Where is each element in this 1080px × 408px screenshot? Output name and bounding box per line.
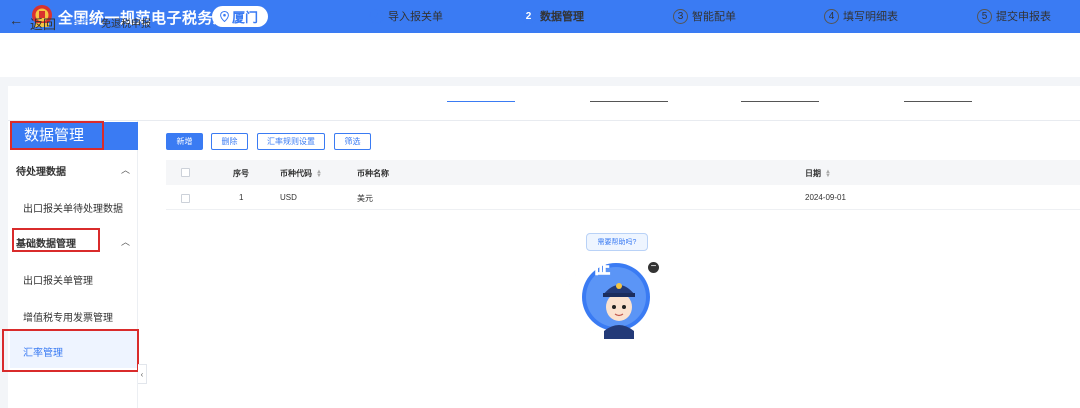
sort-icon[interactable]: ▲ ▼ (316, 169, 322, 179)
step-import: ✓ 导入报关单 (369, 8, 443, 24)
delete-button[interactable]: 删除 (211, 133, 248, 150)
sort-icon[interactable]: ▲ ▼ (825, 169, 831, 179)
mascot-close-icon[interactable]: − (648, 262, 659, 273)
steps-divider (8, 120, 1080, 121)
back-button[interactable]: 返回 (30, 14, 56, 33)
add-button[interactable]: 新增 (166, 133, 203, 150)
sidebar-collapse-toggle[interactable]: ‹ (138, 364, 147, 384)
breadcrumb-bar (0, 33, 1080, 77)
help-mascot[interactable]: 征 纳 互 动 (558, 255, 654, 339)
chevron-up-icon[interactable]: ︿ (121, 235, 130, 248)
mascot-char: 互 (562, 296, 579, 315)
step-smart-match: 3 智能配单 (673, 8, 736, 24)
breadcrumb-home[interactable]: 首页 (70, 15, 90, 30)
step-connector (447, 101, 515, 102)
region-label: 厦门 (232, 10, 259, 25)
highlight-box-group (12, 228, 100, 252)
column-header-code[interactable]: 币种代码 ▲ ▼ (280, 168, 322, 179)
column-header-name: 币种名称 (357, 169, 389, 178)
table-cell-seq: 1 (239, 193, 244, 202)
table-row-divider (166, 209, 1080, 210)
sidebar-item-pending-declarations[interactable]: 出口报关单待处理数据 (23, 200, 123, 215)
mascot-char: 纳 (565, 272, 582, 292)
step-label: 提交申报表 (996, 11, 1051, 23)
filter-button[interactable]: 筛选 (334, 133, 371, 150)
table-cell-name: 美元 (357, 194, 373, 203)
chevron-up-icon[interactable]: ︿ (121, 163, 130, 176)
step-label: 数据管理 (540, 11, 584, 23)
select-all-checkbox[interactable] (181, 168, 190, 177)
step-label: 填写明细表 (843, 11, 898, 23)
highlight-box-selected (2, 329, 139, 372)
step-label: 智能配单 (692, 11, 736, 23)
mascot-char: 征 (593, 257, 610, 277)
step-number: 5 (977, 8, 992, 24)
step-number: 4 (824, 8, 839, 24)
highlight-box-title (10, 121, 104, 150)
column-header-date[interactable]: 日期 ▲ ▼ (805, 168, 831, 179)
row-checkbox[interactable] (181, 194, 190, 203)
table-cell-code: USD (280, 193, 297, 202)
sidebar-group-pending[interactable]: 待处理数据 (16, 163, 66, 178)
step-connector (590, 101, 668, 102)
step-label: 导入报关单 (388, 11, 443, 23)
step-check-icon: ✓ (369, 8, 384, 24)
step-number: 3 (673, 8, 688, 24)
mascot-char: 动 (577, 319, 594, 338)
step-connector (904, 101, 972, 102)
column-header-seq: 序号 (233, 169, 249, 178)
help-bubble[interactable]: 需要帮助吗? (586, 233, 648, 251)
breadcrumb-current: 免退税申报 (101, 19, 151, 30)
step-connector (741, 101, 819, 102)
sidebar-item-vat-invoices[interactable]: 增值税专用发票管理 (23, 309, 113, 324)
step-fill-detail: 4 填写明细表 (824, 8, 898, 24)
step-number: 2 (521, 8, 536, 24)
region-selector[interactable]: 厦门 (212, 6, 268, 27)
sidebar-item-declarations[interactable]: 出口报关单管理 (23, 272, 93, 287)
location-pin-icon (220, 11, 229, 22)
table-cell-date: 2024-09-01 (805, 193, 846, 202)
column-header-date-label: 日期 (805, 169, 821, 178)
step-submit: 5 提交申报表 (977, 8, 1051, 24)
rate-rule-button[interactable]: 汇率规则设置 (257, 133, 325, 150)
step-data-manage: 2 数据管理 (521, 8, 584, 24)
column-header-code-label: 币种代码 (280, 169, 312, 178)
breadcrumb-separator: › (91, 15, 95, 26)
back-arrow-icon[interactable]: ← (9, 12, 23, 28)
